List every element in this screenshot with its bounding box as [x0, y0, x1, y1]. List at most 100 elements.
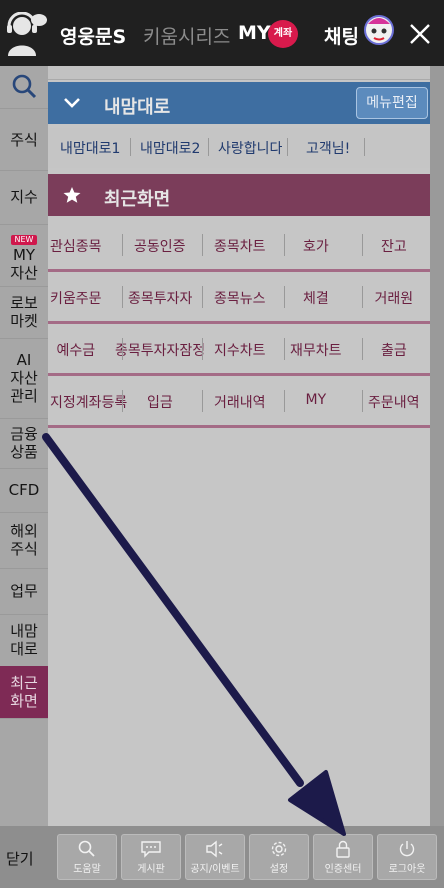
- recent-screen-item[interactable]: 지정계좌등록: [50, 392, 127, 412]
- sidebar-item-robo-market[interactable]: 로보 마켓: [0, 286, 48, 338]
- recent-screen-item[interactable]: 체결: [303, 288, 329, 308]
- close-menu-button[interactable]: 닫기: [6, 848, 34, 869]
- mine-item-3[interactable]: 사랑합니다: [218, 138, 282, 158]
- separator: [284, 338, 285, 360]
- sidebar-item-label: 로보: [10, 294, 38, 312]
- sidebar-item-label: 상품: [10, 443, 38, 461]
- notice-event-label: 공지/이벤트: [190, 864, 240, 875]
- close-icon[interactable]: [408, 22, 432, 46]
- sidebar-item-label: 금융: [10, 425, 38, 443]
- recent-screen-item[interactable]: 종목차트: [214, 236, 266, 256]
- sidebar-item-label: 지수: [10, 188, 38, 206]
- customer-support-icon[interactable]: [4, 12, 48, 56]
- sidebar-item-index[interactable]: 지수: [0, 170, 48, 224]
- recent-screen-item[interactable]: 관심종목: [50, 236, 102, 256]
- star-icon: [63, 187, 81, 203]
- sidebar-item-ai-asset[interactable]: AI 자산 관리: [0, 338, 48, 418]
- separator: [284, 390, 285, 412]
- separator: [208, 138, 209, 156]
- sidebar-item-label: 마켓: [10, 312, 38, 330]
- separator: [122, 286, 123, 308]
- recent-screen-item[interactable]: 예수금: [57, 340, 96, 360]
- recent-section-title: 최근화면: [104, 189, 171, 210]
- lock-icon: [336, 840, 350, 858]
- chat-mascot-icon[interactable]: [362, 12, 396, 46]
- recent-screen-item[interactable]: MY: [306, 392, 327, 408]
- separator: [202, 338, 203, 360]
- sidebar-item-label: 주식: [10, 131, 38, 149]
- sidebar-item-stock[interactable]: 주식: [0, 110, 48, 170]
- recent-section-header[interactable]: 최근화면: [48, 174, 430, 216]
- separator: [362, 338, 363, 360]
- separator: [130, 138, 131, 156]
- sidebar-divider: [0, 718, 48, 719]
- recent-screen-item[interactable]: 호가: [303, 236, 329, 256]
- chat-tab[interactable]: 채팅: [324, 22, 359, 49]
- sidebar-item-my-assets[interactable]: NEW MY 자산: [0, 224, 48, 286]
- sidebar-item-cfd[interactable]: CFD: [0, 468, 48, 512]
- board-button[interactable]: 게시판: [121, 834, 181, 880]
- recent-screen-item[interactable]: 재무차트: [290, 340, 342, 360]
- my-tab[interactable]: MY: [238, 22, 271, 44]
- notice-event-button[interactable]: 공지/이벤트: [185, 834, 245, 880]
- separator: [122, 338, 123, 360]
- recent-screen-item[interactable]: 종목투자자: [128, 288, 192, 308]
- mine-section-header[interactable]: 내맘대로 메뉴편집: [48, 82, 430, 124]
- gear-icon: [271, 841, 287, 857]
- top-bar: 영웅문S 키움시리즈 MY 계좌 채팅: [0, 0, 444, 66]
- sidebar-item-recent[interactable]: 최근 화면: [0, 666, 48, 718]
- recent-row: 관심종목 공동인증 종목차트 호가 잔고: [48, 220, 430, 272]
- help-label: 도움말: [73, 864, 101, 875]
- separator: [122, 234, 123, 256]
- sidebar-item-label: 자산: [10, 369, 38, 387]
- recent-screen-item[interactable]: 잔고: [381, 236, 407, 256]
- logout-button[interactable]: 로그아웃: [377, 834, 437, 880]
- certificate-center-label: 인증센터: [324, 864, 362, 875]
- separator: [202, 286, 203, 308]
- sidebar-item-financial-products[interactable]: 금융 상품: [0, 418, 48, 468]
- chat-bubble-icon: [141, 841, 161, 858]
- chevron-down-icon: [64, 98, 80, 108]
- recent-screen-item[interactable]: 입금: [147, 392, 173, 412]
- separator: [364, 138, 365, 156]
- recent-screen-item[interactable]: 키움주문: [50, 288, 102, 308]
- mine-item-1[interactable]: 내맘대로1: [60, 138, 120, 158]
- separator: [362, 390, 363, 412]
- sidebar-item-label: CFD: [8, 481, 40, 499]
- recent-screen-item[interactable]: 종목투자자잠정: [115, 340, 205, 360]
- speaker-icon: [206, 840, 223, 858]
- menu-edit-button[interactable]: 메뉴편집: [356, 87, 428, 119]
- sidebar-item-work[interactable]: 업무: [0, 568, 48, 614]
- settings-label: 설정: [269, 864, 289, 875]
- separator: [284, 286, 285, 308]
- search-icon[interactable]: [10, 72, 38, 100]
- recent-screen-item[interactable]: 종목뉴스: [214, 288, 266, 308]
- series-tab[interactable]: 키움시리즈: [143, 22, 230, 49]
- separator: [202, 390, 203, 412]
- sidebar-item-label: 내맘: [10, 622, 38, 640]
- recent-screen-item[interactable]: 지수차트: [214, 340, 266, 360]
- help-button[interactable]: 도움말: [57, 834, 117, 880]
- mine-items-row: 내맘대로1 내맘대로2 사랑합니다 고객님!: [48, 128, 430, 168]
- recent-screen-item[interactable]: 거래내역: [214, 392, 266, 412]
- recent-screen-item[interactable]: 공동인증: [134, 236, 186, 256]
- sidebar-item-label: MY: [12, 246, 36, 264]
- certificate-center-button[interactable]: 인증센터: [313, 834, 373, 880]
- magnifier-icon: [78, 840, 95, 857]
- recent-screen-item[interactable]: 주문내역: [368, 392, 420, 412]
- board-label: 게시판: [137, 864, 165, 875]
- brand-tab[interactable]: 영웅문S: [60, 22, 126, 49]
- recent-screen-item[interactable]: 출금: [381, 340, 407, 360]
- sidebar-item-label: 업무: [10, 582, 38, 600]
- logout-label: 로그아웃: [388, 864, 426, 875]
- sidebar-item-label: 해외: [10, 522, 38, 540]
- sidebar-item-overseas-stock[interactable]: 해외 주식: [0, 512, 48, 568]
- mine-item-4[interactable]: 고객님!: [306, 138, 350, 158]
- recent-screen-item[interactable]: 거래원: [375, 288, 414, 308]
- account-badge[interactable]: 계좌: [268, 20, 298, 48]
- separator: [362, 234, 363, 256]
- settings-button[interactable]: 설정: [249, 834, 309, 880]
- sidebar-item-mine[interactable]: 내맘 대로: [0, 614, 48, 666]
- mine-item-2[interactable]: 내맘대로2: [140, 138, 200, 158]
- left-sidebar: 주식 지수 NEW MY 자산 로보 마켓 AI 자산 관리 금융 상품 CFD 해외 주식 업무 내맘 대로 최근…: [0, 66, 48, 888]
